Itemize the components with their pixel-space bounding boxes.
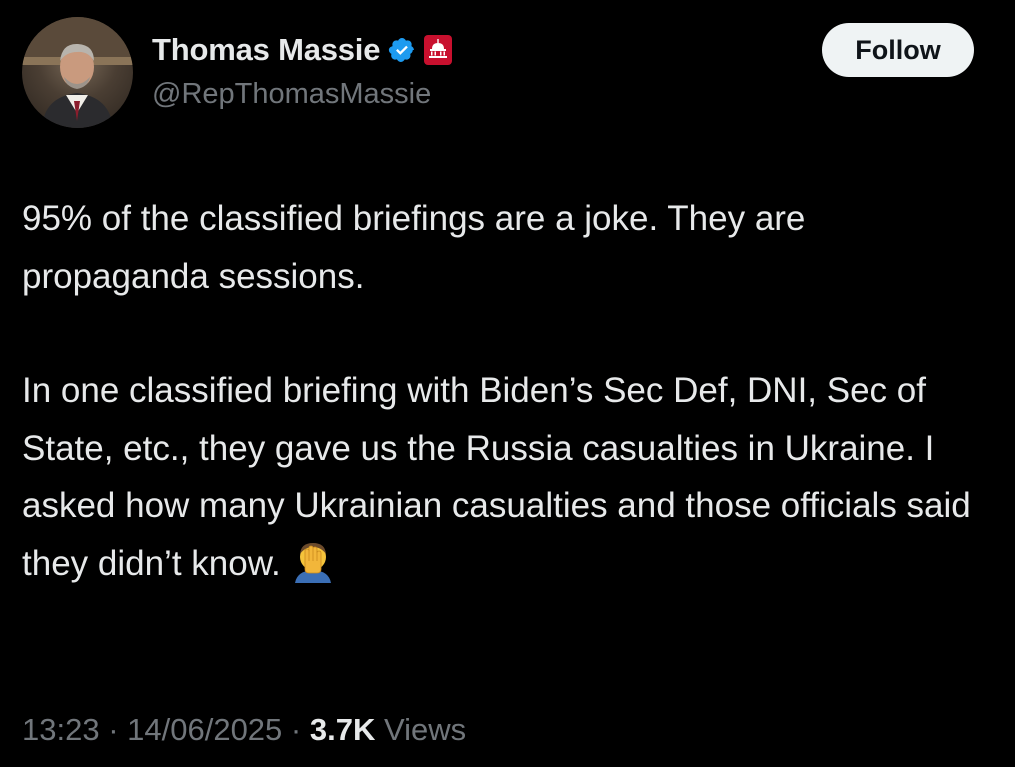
author-name-row: Thomas Massie [152, 28, 453, 72]
tweet-paragraph-2: In one classified briefing with Biden’s … [22, 362, 997, 600]
tweet-paragraph-1: 95% of the classified briefings are a jo… [22, 199, 806, 296]
tweet-date[interactable]: 14/06/2025 [127, 712, 282, 747]
author-handle[interactable]: @RepThomasMassie [152, 78, 431, 111]
author-display-name[interactable]: Thomas Massie [152, 32, 380, 68]
views-label: Views [383, 712, 467, 747]
views-count[interactable]: 3.7K [310, 712, 375, 747]
meta-separator: · [99, 712, 128, 747]
facepalm-emoji [291, 539, 335, 601]
tweet-time[interactable]: 13:23 [22, 712, 100, 747]
author-avatar[interactable] [22, 17, 133, 128]
verified-badge-icon[interactable] [388, 36, 416, 64]
tweet-paragraph-2-text: In one classified briefing with Biden’s … [22, 371, 971, 583]
tweet-meta: 13:23 · 14/06/2025 · 3.7K Views [22, 712, 466, 748]
tweet-text: 95% of the classified briefings are a jo… [22, 190, 997, 600]
capitol-affiliation-badge-icon[interactable] [424, 35, 453, 65]
meta-separator: · [282, 712, 310, 747]
follow-button[interactable]: Follow [822, 23, 974, 77]
